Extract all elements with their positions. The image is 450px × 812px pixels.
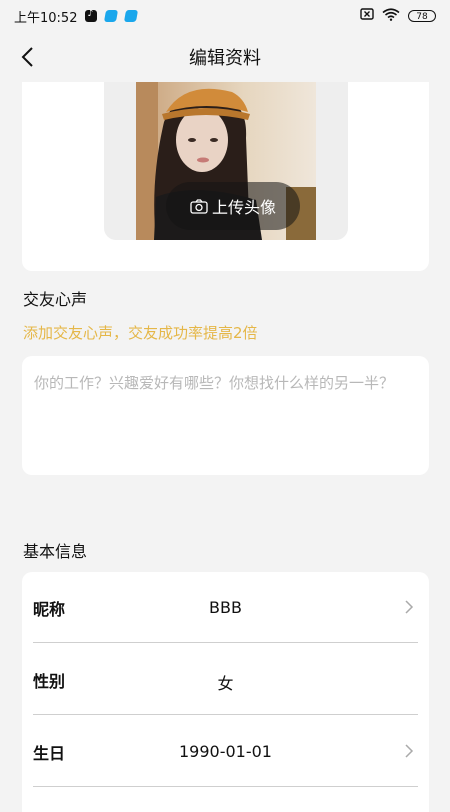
app-notification-icon (104, 10, 119, 22)
back-button[interactable] (12, 42, 42, 72)
birthday-value: 1990-01-01 (179, 742, 272, 761)
wifi-icon (382, 7, 400, 25)
basic-info-card: 昵称 BBB 性别 女 生日 1990-01-01 (22, 572, 429, 812)
basic-info-section-title: 基本信息 (23, 542, 88, 561)
upload-avatar-button[interactable]: 上传头像 (166, 182, 300, 230)
status-left: 上午10:52 (14, 7, 139, 26)
avatar-frame: 上传头像 (104, 82, 348, 240)
tiktok-notification-icon (85, 9, 98, 22)
status-bar: 上午10:52 78 (0, 0, 450, 32)
upload-avatar-label: 上传头像 (211, 198, 276, 217)
sim-off-icon (360, 8, 374, 24)
heart-voice-section-title: 交友心声 (23, 290, 88, 309)
nickname-value: BBB (209, 598, 242, 617)
heart-voice-input[interactable] (34, 370, 417, 461)
chevron-right-icon (405, 744, 414, 758)
status-time: 上午10:52 (14, 10, 78, 26)
app-notification-icon-2 (124, 10, 139, 22)
page-title: 编辑资料 (189, 48, 261, 69)
heart-voice-card (22, 356, 429, 475)
avatar-card: 上传头像 (22, 82, 429, 271)
chevron-right-icon (405, 600, 414, 614)
nav-bar: 编辑资料 (0, 32, 450, 82)
battery-icon: 78 (408, 10, 436, 22)
gender-row[interactable]: 性别 女 (33, 644, 418, 715)
birthday-row[interactable]: 生日 1990-01-01 (33, 716, 418, 787)
nickname-row[interactable]: 昵称 BBB (33, 572, 418, 643)
heart-voice-tip: 添加交友心声，交友成功率提高2倍 (23, 324, 258, 342)
camera-icon (190, 198, 208, 214)
status-right: 78 (360, 7, 436, 25)
chevron-left-icon (21, 47, 33, 67)
gender-value: 女 (217, 674, 234, 693)
